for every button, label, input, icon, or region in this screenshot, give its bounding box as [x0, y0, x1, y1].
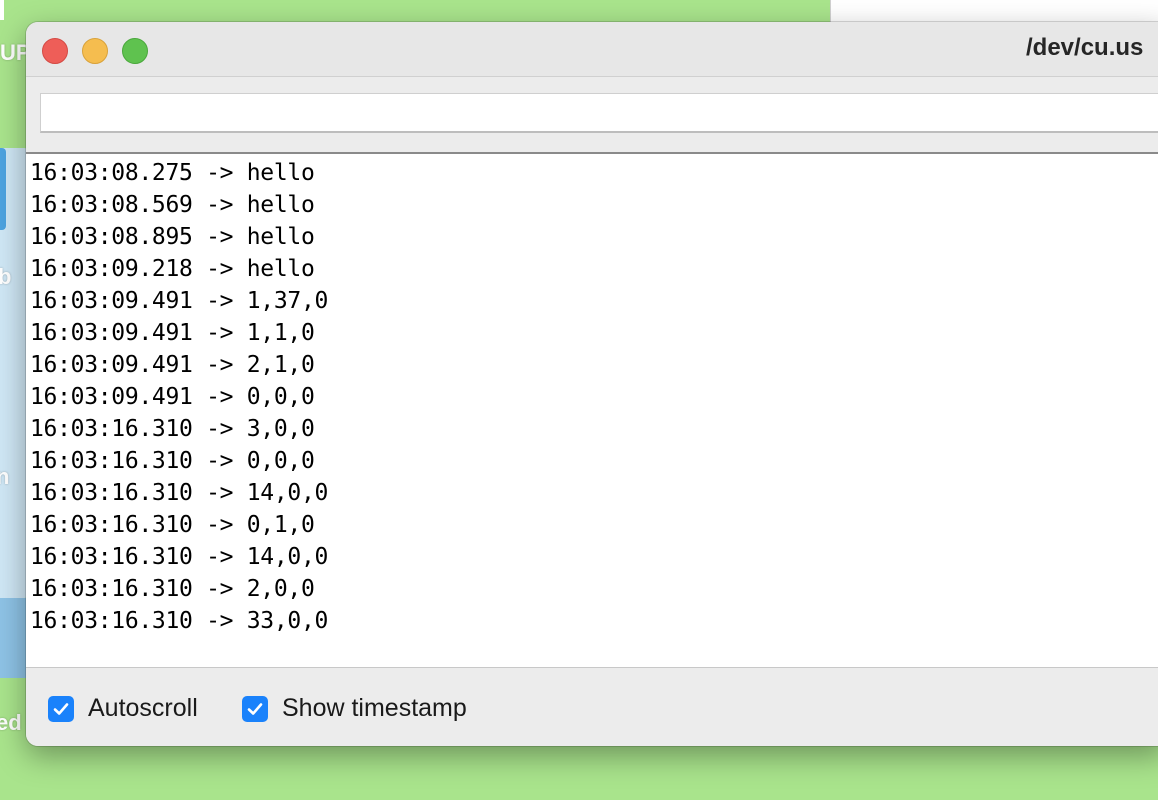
autoscroll-toggle[interactable]: Autoscroll — [48, 694, 198, 723]
send-message-input[interactable] — [40, 93, 1158, 133]
maximize-window-button[interactable] — [122, 38, 148, 64]
log-line: 16:03:16.310 -> 3,0,0 — [30, 416, 315, 442]
close-window-button[interactable] — [42, 38, 68, 64]
footer-bar: Autoscroll Show timestamp — [26, 668, 1158, 746]
log-line: 16:03:08.275 -> hello — [30, 160, 315, 186]
log-line: 16:03:16.310 -> 14,0,0 — [30, 544, 329, 570]
show-timestamp-checkbox[interactable] — [242, 695, 268, 722]
log-line: 16:03:16.310 -> 0,0,0 — [30, 448, 315, 474]
serial-monitor-window: /dev/cu.us 16:03:08.275 -> hello 16:03:08… — [26, 22, 1158, 746]
autoscroll-label: Autoscroll — [88, 694, 198, 722]
log-line: 16:03:08.569 -> hello — [30, 192, 315, 218]
log-line: 16:03:16.310 -> 14,0,0 — [30, 480, 329, 506]
background-panel — [0, 148, 6, 230]
title-bar: /dev/cu.us — [26, 22, 1158, 77]
background-text: n — [0, 464, 10, 489]
log-line: 16:03:09.491 -> 1,37,0 — [30, 288, 329, 314]
checkmark-icon — [53, 702, 69, 715]
checkmark-icon — [247, 702, 263, 715]
background-text: b — [0, 264, 12, 289]
background-window-fragment — [0, 0, 4, 20]
background-window-fragment — [830, 0, 1158, 22]
log-line: 16:03:09.491 -> 2,1,0 — [30, 352, 315, 378]
serial-output[interactable]: 16:03:08.275 -> hello 16:03:08.569 -> hel… — [26, 152, 1158, 668]
show-timestamp-toggle[interactable]: Show timestamp — [242, 694, 467, 723]
background-text: ed — [0, 710, 22, 735]
minimize-window-button[interactable] — [82, 38, 108, 64]
log-line: 16:03:16.310 -> 2,0,0 — [30, 576, 315, 602]
log-line: 16:03:08.895 -> hello — [30, 224, 315, 250]
log-line: 16:03:09.491 -> 1,1,0 — [30, 320, 315, 346]
log-line: 16:03:09.491 -> 0,0,0 — [30, 384, 315, 410]
log-line: 16:03:09.218 -> hello — [30, 256, 315, 282]
show-timestamp-label: Show timestamp — [282, 694, 467, 722]
window-title: /dev/cu.us — [1026, 34, 1144, 61]
autoscroll-checkbox[interactable] — [48, 695, 74, 722]
log-line: 16:03:16.310 -> 0,1,0 — [30, 512, 315, 538]
send-area — [26, 77, 1158, 153]
log-line: 16:03:16.310 -> 33,0,0 — [30, 608, 329, 634]
